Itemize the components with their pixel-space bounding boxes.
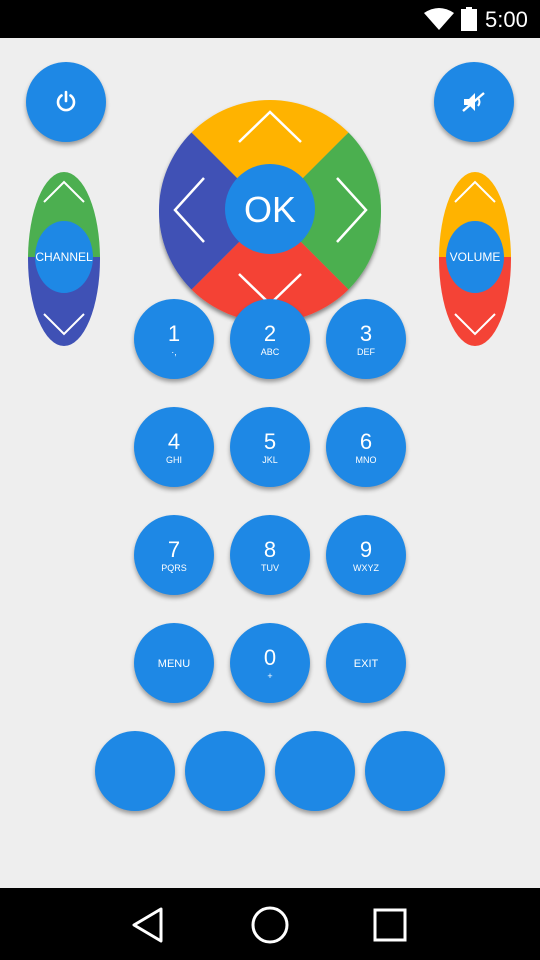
key-1-button[interactable]: 1 ·, xyxy=(134,299,214,379)
key-digit: 9 xyxy=(359,537,373,562)
channel-label: CHANNEL xyxy=(35,221,93,293)
function-button-2[interactable] xyxy=(185,731,265,811)
key-7-button[interactable]: 7 PQRS xyxy=(134,515,214,595)
mute-button[interactable] xyxy=(434,62,514,142)
function-button-1[interactable] xyxy=(95,731,175,811)
key-digit: 1 xyxy=(167,321,181,346)
channel-rocker: CHANNEL xyxy=(28,170,100,348)
ok-label: OK xyxy=(244,189,296,230)
power-button[interactable] xyxy=(26,62,106,142)
channel-down-button[interactable] xyxy=(28,298,100,348)
key-letters: MNO xyxy=(355,455,377,465)
key-digit: 2 xyxy=(263,321,277,346)
wifi-icon xyxy=(424,8,454,30)
key-digit: 6 xyxy=(359,429,373,454)
menu-label: MENU xyxy=(157,658,191,670)
key-8-button[interactable]: 8 TUV xyxy=(230,515,310,595)
key-digit: 3 xyxy=(359,321,373,346)
dpad: OK xyxy=(158,99,382,323)
key-letters: + xyxy=(267,671,273,681)
key-3-button[interactable]: 3 DEF xyxy=(326,299,406,379)
key-digit: 5 xyxy=(263,429,277,454)
function-button-4[interactable] xyxy=(365,731,445,811)
key-2-button[interactable]: 2 ABC xyxy=(230,299,310,379)
volume-label: VOLUME xyxy=(446,221,504,293)
key-digit: 0 xyxy=(263,645,277,670)
key-letters: ·, xyxy=(171,347,177,357)
key-letters: PQRS xyxy=(161,563,187,573)
key-letters: ABC xyxy=(260,347,280,357)
menu-button[interactable]: MENU xyxy=(134,623,214,703)
navigation-bar xyxy=(0,888,540,960)
mute-icon xyxy=(462,92,485,112)
key-letters: WXYZ xyxy=(353,563,379,573)
key-letters: TUV xyxy=(261,563,279,573)
key-letters: DEF xyxy=(357,347,375,357)
back-icon[interactable] xyxy=(126,903,170,947)
volume-down-button[interactable] xyxy=(439,298,511,348)
status-bar: 5:00 xyxy=(0,0,540,38)
home-icon[interactable] xyxy=(248,903,292,947)
key-digit: 7 xyxy=(167,537,181,562)
power-icon xyxy=(56,90,76,112)
exit-label: EXIT xyxy=(353,658,379,670)
key-letters: JKL xyxy=(262,455,278,465)
clock: 5:00 xyxy=(485,7,528,32)
battery-icon xyxy=(461,7,477,31)
recents-icon[interactable] xyxy=(368,903,412,947)
key-digit: 4 xyxy=(167,429,181,454)
key-9-button[interactable]: 9 WXYZ xyxy=(326,515,406,595)
key-0-button[interactable]: 0 + xyxy=(230,623,310,703)
remote-panel: OK CHANNEL VOLUME 1 ·, 2 ABC 3 DEF 4 GHI… xyxy=(0,38,540,888)
exit-button[interactable]: EXIT xyxy=(326,623,406,703)
function-button-3[interactable] xyxy=(275,731,355,811)
volume-rocker: VOLUME xyxy=(439,170,511,348)
key-letters: GHI xyxy=(165,455,182,465)
key-5-button[interactable]: 5 JKL xyxy=(230,407,310,487)
channel-up-button[interactable] xyxy=(28,170,100,220)
key-6-button[interactable]: 6 MNO xyxy=(326,407,406,487)
key-digit: 8 xyxy=(263,537,277,562)
volume-up-button[interactable] xyxy=(439,170,511,220)
key-4-button[interactable]: 4 GHI xyxy=(134,407,214,487)
